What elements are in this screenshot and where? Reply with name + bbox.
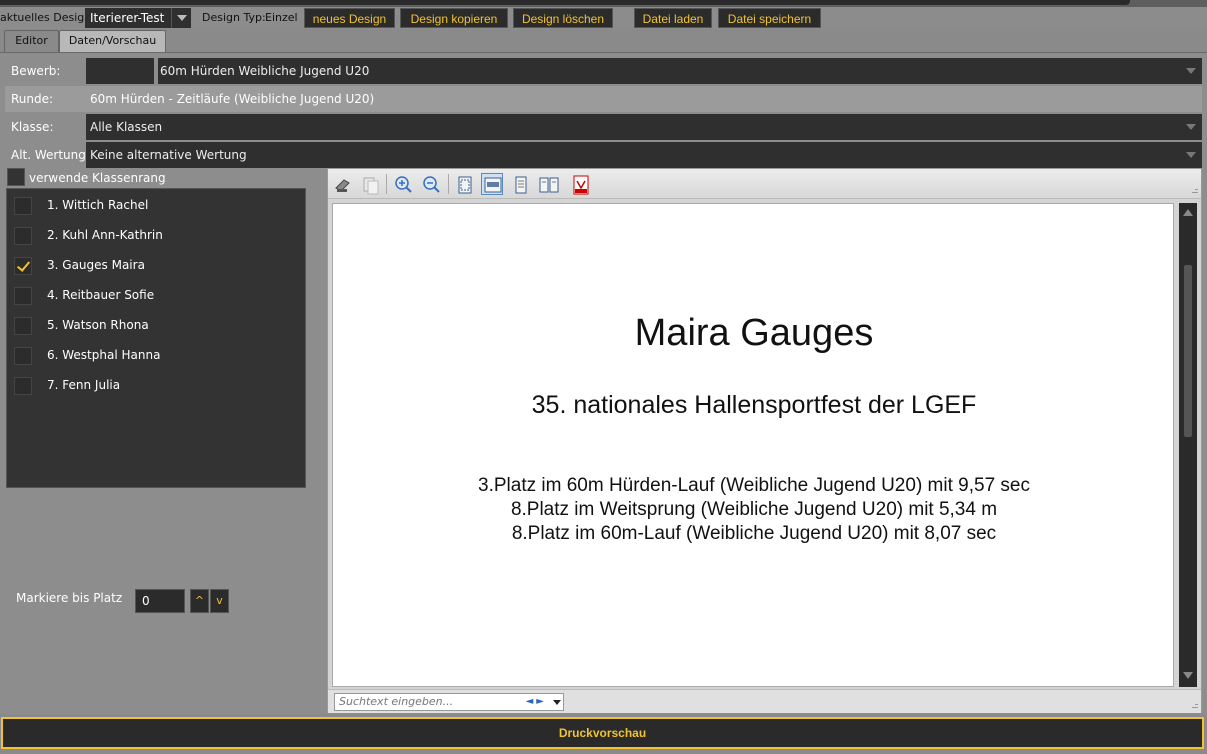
klasse-label: Klasse: — [11, 120, 54, 134]
klasse-select[interactable]: Alle Klassen — [86, 114, 1202, 140]
design-type-label: Design Typ: — [202, 11, 266, 24]
alt-wertung-select[interactable]: Keine alternative Wertung — [86, 142, 1202, 168]
athlete-checkbox[interactable] — [14, 227, 32, 245]
druckvorschau-button[interactable]: Druckvorschau — [1, 717, 1204, 749]
markiere-label: Markiere bis Platz — [16, 591, 123, 605]
preview-search-bar: Suchtext eingeben... ◄► — [328, 689, 1201, 713]
current-design-label: aktuelles Design — [0, 11, 92, 24]
result-line: 3.Platz im 60m Hürden-Lauf (Weibliche Ju… — [478, 475, 1030, 496]
list-item[interactable]: 1. Wittich Rachel — [7, 190, 305, 220]
new-design-button[interactable]: neues Design — [304, 8, 395, 28]
alt-wertung-value: Keine alternative Wertung — [90, 148, 247, 162]
single-page-icon[interactable] — [509, 173, 531, 195]
design-select[interactable]: Iterierer-Test — [85, 8, 191, 28]
athlete-checkbox-checked[interactable] — [14, 257, 32, 275]
athlete-list: 1. Wittich Rachel 2. Kuhl Ann-Kathrin 3.… — [6, 188, 306, 488]
tab-daten-vorschau[interactable]: Daten/Vorschau — [59, 30, 166, 52]
resize-grip-icon — [1189, 186, 1199, 196]
klasse-value: Alle Klassen — [90, 120, 163, 134]
preview-toolbar — [328, 169, 1201, 199]
scroll-down-icon[interactable] — [1183, 672, 1193, 679]
top-strip — [0, 0, 1207, 7]
bewerb-select[interactable]: 60m Hürden Weibliche Jugend U20 — [158, 58, 1202, 84]
design-toolbar: aktuelles Design Iterierer-Test Design T… — [0, 7, 1207, 29]
search-nav-arrows-icon[interactable]: ◄► — [526, 694, 547, 710]
bewerb-row: Bewerb: 60m Hürden Weibliche Jugend U20 — [5, 58, 1202, 84]
athlete-name: 7. Fenn Julia — [47, 378, 121, 392]
markiere-input[interactable]: 0 — [135, 589, 185, 613]
klassenrang-label: verwende Klassenrang — [29, 171, 166, 185]
athlete-checkbox[interactable] — [14, 347, 32, 365]
chevron-down-icon[interactable] — [1186, 124, 1196, 130]
athlete-name: 3. Gauges Maira — [47, 258, 145, 272]
load-file-button[interactable]: Datei laden — [634, 8, 712, 28]
save-file-button[interactable]: Datei speichern — [718, 8, 821, 28]
athlete-checkbox[interactable] — [14, 377, 32, 395]
chevron-down-icon[interactable] — [171, 8, 191, 28]
list-item[interactable]: 6. Westphal Hanna — [7, 340, 305, 370]
chevron-down-icon[interactable] — [553, 700, 561, 705]
athlete-name: 1. Wittich Rachel — [47, 198, 149, 212]
runde-value: 60m Hürden - Zeitläufe (Weibliche Jugend… — [90, 92, 375, 106]
decrement-button[interactable]: v — [210, 589, 229, 613]
tab-editor[interactable]: Editor — [4, 30, 59, 52]
chevron-down-icon[interactable] — [1186, 152, 1196, 158]
vertical-scrollbar[interactable] — [1179, 203, 1197, 687]
print-preview-panel: Maira Gauges 35. nationales Hallensportf… — [327, 168, 1202, 713]
resize-grip-icon — [1189, 701, 1199, 711]
main-panel: Bewerb: 60m Hürden Weibliche Jugend U20 … — [0, 52, 1207, 714]
zoom-out-icon[interactable] — [420, 173, 442, 195]
pdf-export-icon[interactable] — [569, 173, 591, 195]
alt-wertung-row: Alt. Wertung Keine alternative Wertung — [5, 142, 1202, 168]
toolbar-separator — [386, 174, 387, 194]
athlete-checkbox[interactable] — [14, 317, 32, 335]
list-item[interactable]: 2. Kuhl Ann-Kathrin — [7, 220, 305, 250]
design-select-value: Iterierer-Test — [90, 11, 165, 25]
athlete-checkbox[interactable] — [14, 197, 32, 215]
scroll-up-icon[interactable] — [1183, 209, 1193, 216]
copy-icon[interactable] — [359, 173, 381, 195]
athlete-name: 5. Watson Rhona — [47, 318, 149, 332]
page-width-icon[interactable] — [481, 173, 503, 195]
klassenrang-checkbox[interactable] — [7, 168, 25, 186]
search-input[interactable]: Suchtext eingeben... ◄► — [334, 693, 564, 711]
window-tab-strip — [0, 0, 1130, 5]
document-subtitle: 35. nationales Hallensportfest der LGEF — [531, 391, 977, 419]
bewerb-id-field[interactable] — [86, 58, 156, 84]
print-icon[interactable] — [331, 173, 353, 195]
document-title: Maira Gauges — [634, 312, 874, 354]
increment-button[interactable]: ^ — [190, 589, 209, 613]
scroll-thumb[interactable] — [1184, 265, 1192, 437]
result-line: 8.Platz im Weitsprung (Weibliche Jugend … — [510, 499, 998, 520]
chevron-down-icon[interactable] — [1186, 68, 1196, 74]
athlete-name: 6. Westphal Hanna — [47, 348, 161, 362]
athlete-checkbox[interactable] — [14, 287, 32, 305]
bewerb-value: 60m Hürden Weibliche Jugend U20 — [160, 64, 370, 78]
athlete-name: 2. Kuhl Ann-Kathrin — [47, 228, 163, 242]
toolbar-separator — [448, 174, 449, 194]
runde-field[interactable]: 60m Hürden - Zeitläufe (Weibliche Jugend… — [86, 86, 1202, 112]
delete-design-button[interactable]: Design löschen — [513, 8, 613, 28]
search-placeholder: Suchtext eingeben... — [339, 695, 454, 708]
list-item[interactable]: 4. Reitbauer Sofie — [7, 280, 305, 310]
runde-row: Runde: 60m Hürden - Zeitläufe (Weibliche… — [5, 86, 1202, 112]
design-type-value: Einzel — [265, 11, 298, 24]
fit-page-icon[interactable] — [453, 173, 475, 195]
list-item[interactable]: 5. Watson Rhona — [7, 310, 305, 340]
bewerb-label: Bewerb: — [11, 64, 61, 78]
zoom-in-icon[interactable] — [392, 173, 414, 195]
copy-design-button[interactable]: Design kopieren — [400, 8, 508, 28]
document-results: 3.Platz im 60m Hürden-Lauf (Weibliche Ju… — [333, 474, 1175, 546]
list-item[interactable]: 3. Gauges Maira — [7, 250, 305, 280]
runde-label: Runde: — [11, 92, 54, 106]
bottom-edge — [0, 750, 1207, 754]
two-pages-icon[interactable] — [537, 173, 559, 195]
preview-page: Maira Gauges 35. nationales Hallensportf… — [332, 203, 1174, 687]
klasse-row: Klasse: Alle Klassen — [5, 114, 1202, 140]
result-line: 8.Platz im 60m-Lauf (Weibliche Jugend U2… — [511, 523, 997, 544]
athlete-name: 4. Reitbauer Sofie — [47, 288, 155, 302]
tab-bar: Editor Daten/Vorschau — [0, 29, 1207, 53]
alt-wertung-label: Alt. Wertung — [11, 148, 86, 162]
list-item[interactable]: 7. Fenn Julia — [7, 370, 305, 400]
